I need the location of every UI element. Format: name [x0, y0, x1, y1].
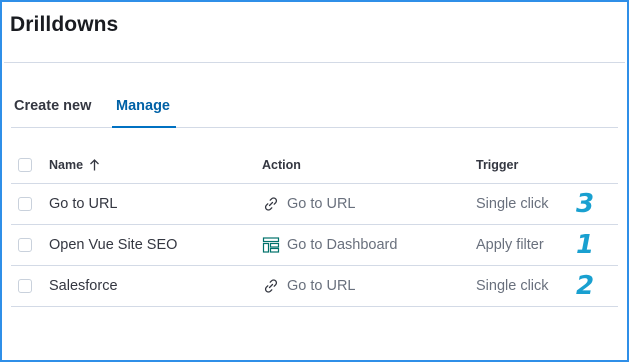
row-action-label: Go to Dashboard — [287, 237, 398, 253]
arrow-up-icon — [90, 159, 100, 171]
column-header-trigger: Trigger — [476, 158, 519, 172]
dashboard-icon — [262, 237, 280, 253]
row-select-cell — [18, 225, 32, 265]
column-header-name[interactable]: Name — [49, 147, 100, 183]
row-trigger: Single click — [476, 196, 549, 212]
tab-bar: Create new Manage — [11, 92, 618, 128]
table-row: Salesforce Go to URL Single click 2 — [11, 266, 618, 307]
header-divider — [4, 62, 625, 63]
table-header-row: Name Action Trigger — [11, 147, 618, 184]
row-trigger: Apply filter — [476, 237, 544, 253]
tab-create-new[interactable]: Create new — [14, 98, 91, 114]
row-select-cell — [18, 266, 32, 306]
row-action-label: Go to URL — [287, 196, 356, 212]
drilldowns-table: Name Action Trigger Go to URL Go to URL … — [11, 147, 618, 307]
table-row: Go to URL Go to URL Single click 3 — [11, 184, 618, 225]
row-checkbox[interactable] — [18, 238, 32, 252]
row-name: Salesforce — [49, 278, 118, 294]
annotation-label: 1 — [576, 230, 595, 260]
window-frame: Drilldowns Create new Manage Name Action… — [0, 0, 629, 362]
annotation-label: 3 — [576, 189, 595, 219]
annotation-label: 2 — [576, 271, 595, 301]
annotation-number: 2 — [576, 266, 594, 306]
annotation-number: 1 — [576, 225, 594, 265]
column-header-name-label: Name — [49, 158, 84, 172]
row-action: Go to URL — [262, 266, 356, 306]
row-action: Go to URL — [262, 184, 356, 224]
row-trigger: Single click — [476, 278, 549, 294]
select-all-checkbox[interactable] — [18, 158, 32, 172]
column-header-action: Action — [262, 158, 301, 172]
row-checkbox[interactable] — [18, 279, 32, 293]
row-select-cell — [18, 184, 32, 224]
page-title: Drilldowns — [10, 13, 119, 36]
tab-manage[interactable]: Manage — [116, 98, 170, 114]
select-all-cell — [18, 147, 32, 183]
link-icon — [264, 279, 278, 293]
row-name: Open Vue Site SEO — [49, 237, 178, 253]
row-action-label: Go to URL — [287, 278, 356, 294]
link-icon — [264, 197, 278, 211]
active-tab-indicator — [112, 126, 176, 128]
row-name: Go to URL — [49, 196, 118, 212]
row-checkbox[interactable] — [18, 197, 32, 211]
table-row: Open Vue Site SEO Go to Dashboard Apply … — [11, 225, 618, 266]
annotation-number: 3 — [576, 184, 594, 224]
row-action: Go to Dashboard — [262, 225, 397, 265]
